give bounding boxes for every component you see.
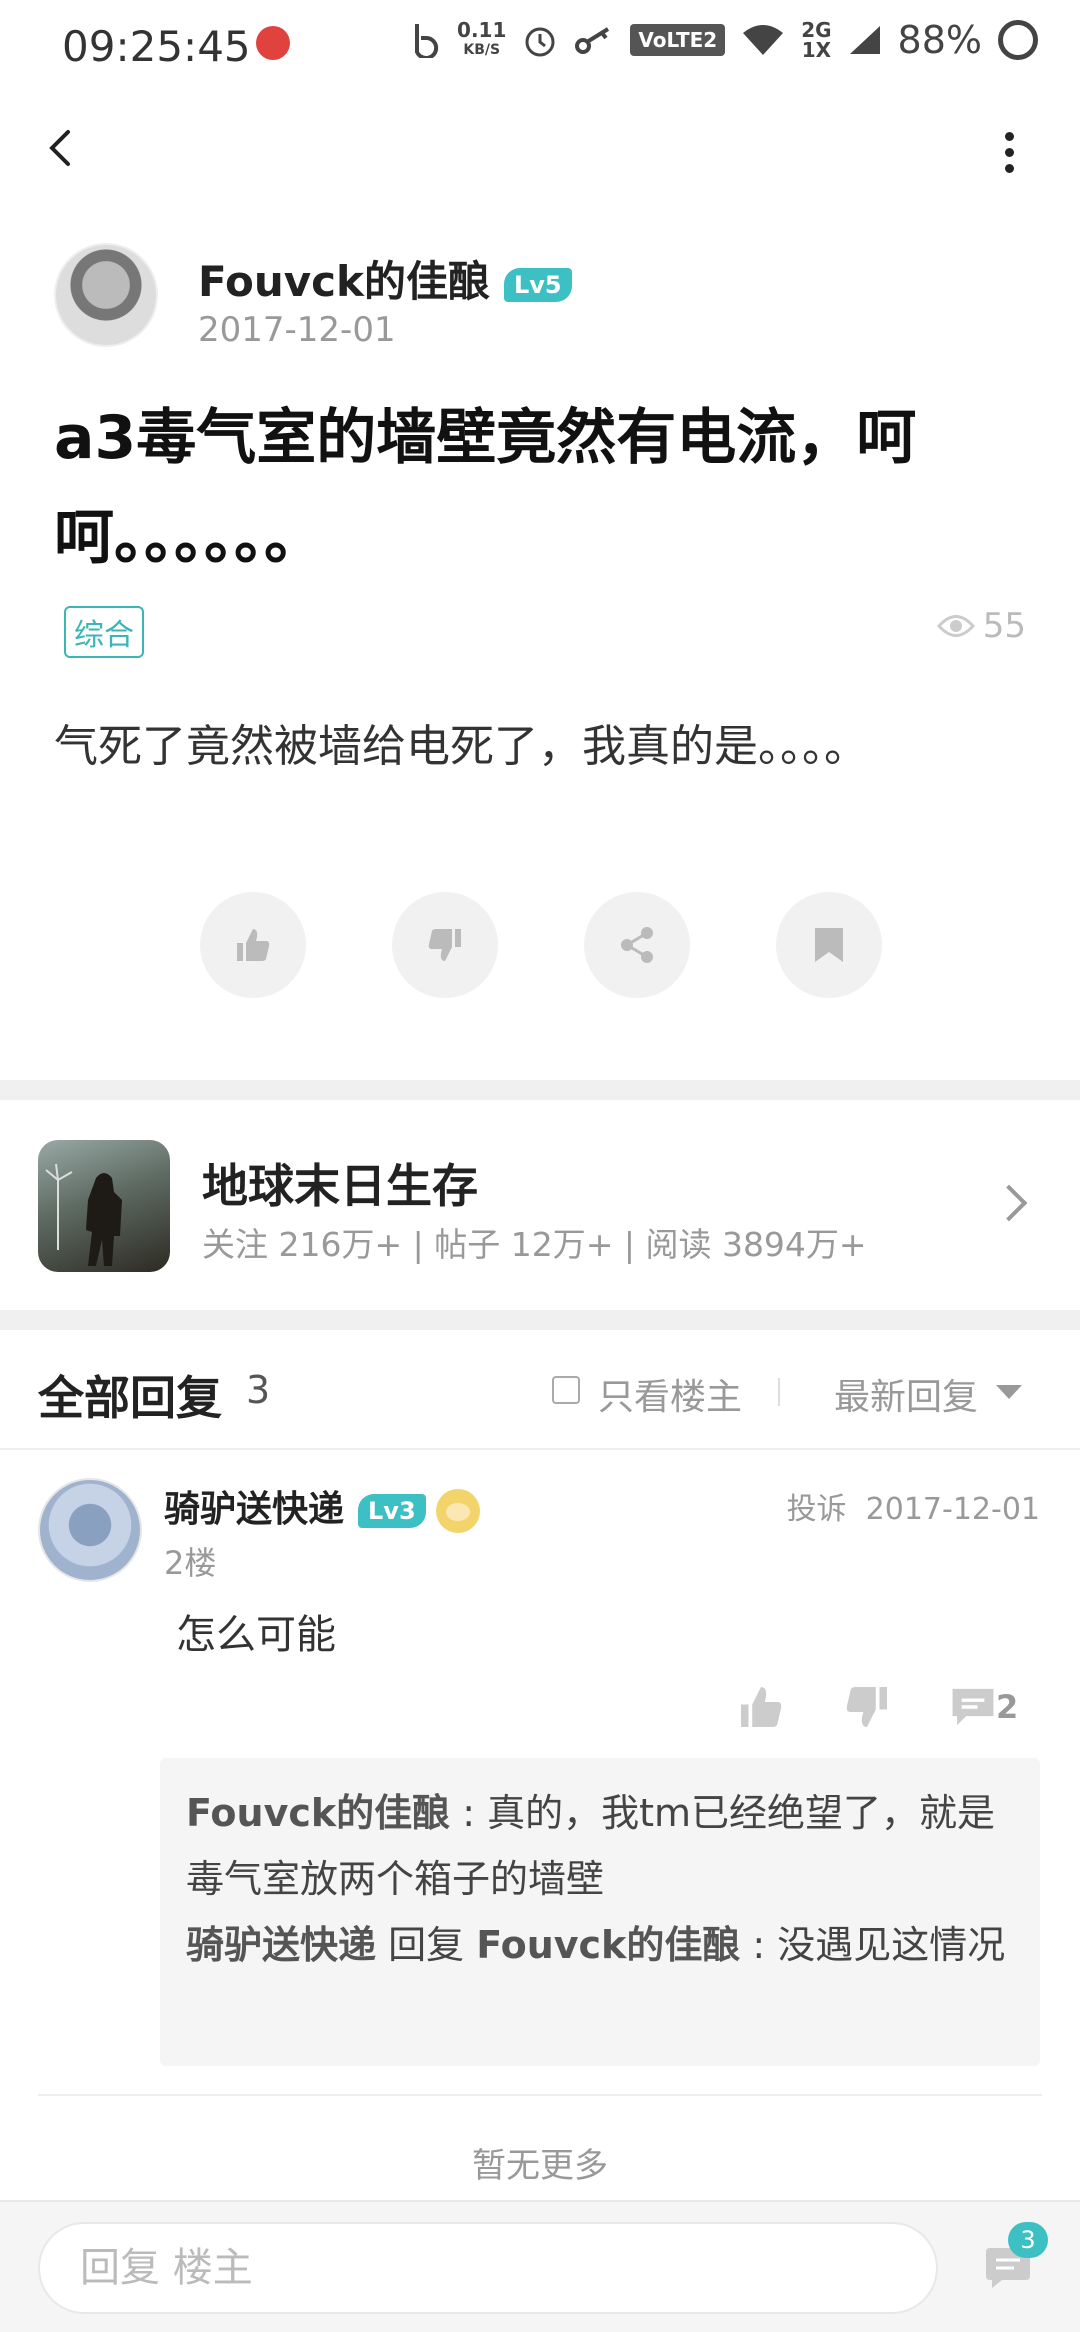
section-divider — [0, 1310, 1080, 1330]
bookmark-icon — [815, 928, 843, 962]
reply-floor: 2楼 — [164, 1544, 217, 1582]
app-notification-icon — [256, 26, 290, 60]
reply-input[interactable]: 回复 楼主 — [38, 2222, 938, 2314]
status-time: 09:25:45 — [62, 22, 251, 71]
comment-count: 2 — [996, 1688, 1019, 1726]
post-tag[interactable]: 综合 — [64, 606, 144, 658]
wifi-icon — [743, 25, 784, 55]
header-underline — [0, 1448, 1080, 1450]
game-stats: 关注 216万+ | 帖子 12万+ | 阅读 3894万+ — [202, 1225, 867, 1264]
net-speed: 0.11 KB/S — [457, 18, 507, 58]
eye-icon — [936, 615, 975, 637]
sub-reply-target-user[interactable]: Fouvck的佳酿 — [476, 1923, 740, 1967]
author-avatar[interactable] — [54, 243, 158, 347]
comment-icon[interactable] — [948, 1682, 998, 1732]
share-icon — [621, 927, 653, 963]
reply-avatar[interactable] — [38, 1478, 142, 1582]
header-divider — [778, 1378, 780, 1406]
game-thumbnail[interactable] — [38, 1140, 170, 1272]
battery-percent: 88% — [897, 18, 982, 62]
signal-icon — [849, 26, 880, 54]
reply-date: 2017-12-01 — [865, 1492, 1040, 1527]
view-count-value: 55 — [982, 606, 1026, 646]
volte-indicator: VoLTE2 — [630, 24, 726, 56]
reply-user-row[interactable]: 骑驴送快递 Lv3 — [164, 1480, 480, 1533]
sort-dropdown[interactable]: 最新回复 — [834, 1368, 978, 1420]
dislike-button[interactable] — [392, 892, 498, 998]
no-more-label: 暂无更多 — [472, 2146, 608, 2186]
sub-reply-connector: 回复 — [376, 1923, 477, 1967]
like-button[interactable] — [200, 892, 306, 998]
all-replies-title: 全部回复 — [38, 1371, 222, 1425]
only-op-checkbox[interactable] — [552, 1376, 580, 1404]
status-right: 0.11 KB/S VoLTE2 2G 1X 88% — [411, 18, 1038, 62]
reply-like-icon[interactable] — [736, 1682, 786, 1732]
key-icon — [575, 27, 610, 54]
author-name[interactable]: Fouvck的佳酿 — [198, 257, 490, 306]
author-row[interactable]: Fouvck的佳酿 Lv5 — [198, 248, 572, 309]
reply-count: 3 — [246, 1368, 271, 1412]
reply-text: 怎么可能 — [176, 1612, 336, 1658]
bookmark-button[interactable] — [776, 892, 882, 998]
reply-dislike-icon[interactable] — [842, 1682, 892, 1732]
network-type: 2G 1X — [801, 18, 832, 62]
only-op-label[interactable]: 只看楼主 — [598, 1368, 742, 1420]
survivor-figure-icon — [45, 1163, 122, 1266]
user-medal-icon — [435, 1489, 480, 1533]
sub-reply-user[interactable]: 骑驴送快递 — [186, 1923, 376, 1967]
thumb-up-icon — [237, 929, 270, 961]
reply-username[interactable]: 骑驴送快递 — [164, 1489, 344, 1530]
sub-reply[interactable]: 骑驴送快递 回复 Fouvck的佳酿 : 没遇见这情况 — [186, 1912, 1014, 1978]
status-bar: 09:25:45 0.11 KB/S VoLTE2 2G 1X 88% — [0, 0, 1080, 95]
more-options-icon[interactable] — [1000, 128, 1018, 178]
reply-level-badge: Lv3 — [358, 1494, 426, 1528]
thumb-down-icon — [428, 929, 461, 961]
view-count: 55 — [936, 606, 1026, 646]
divider-line — [38, 2094, 1042, 2096]
battery-icon — [998, 20, 1038, 60]
post-body: 气死了竟然被墙给电死了，我真的是。。。。 — [54, 721, 868, 772]
game-name[interactable]: 地球末日生存 — [202, 1150, 478, 1216]
back-arrow-icon[interactable] — [42, 128, 82, 168]
author-level-badge: Lv5 — [503, 267, 572, 302]
b-app-icon — [415, 24, 439, 58]
share-button[interactable] — [584, 892, 690, 998]
alarm-icon — [525, 27, 555, 57]
sub-replies-box[interactable]: Fouvck的佳酿 : 真的，我tm已经绝望了，就是毒气室放两个箱子的墙壁 骑驴… — [160, 1758, 1040, 2066]
sub-reply[interactable]: Fouvck的佳酿 : 真的，我tm已经绝望了，就是毒气室放两个箱子的墙壁 — [186, 1780, 1014, 1912]
report-link[interactable]: 投诉 — [787, 1492, 847, 1527]
section-divider — [0, 1080, 1080, 1100]
message-badge: 3 — [1008, 2222, 1048, 2258]
post-date: 2017-12-01 — [198, 310, 396, 350]
dropdown-arrow-icon[interactable] — [996, 1385, 1022, 1399]
reply-meta: 投诉 2017-12-01 — [787, 1484, 1040, 1528]
sub-reply-user[interactable]: Fouvck的佳酿 — [186, 1791, 450, 1835]
post-title: a3毒气室的墙壁竟然有电流，呵呵。。。。。。 — [54, 403, 917, 573]
sub-reply-text: : 没遇见这情况 — [740, 1923, 1006, 1967]
